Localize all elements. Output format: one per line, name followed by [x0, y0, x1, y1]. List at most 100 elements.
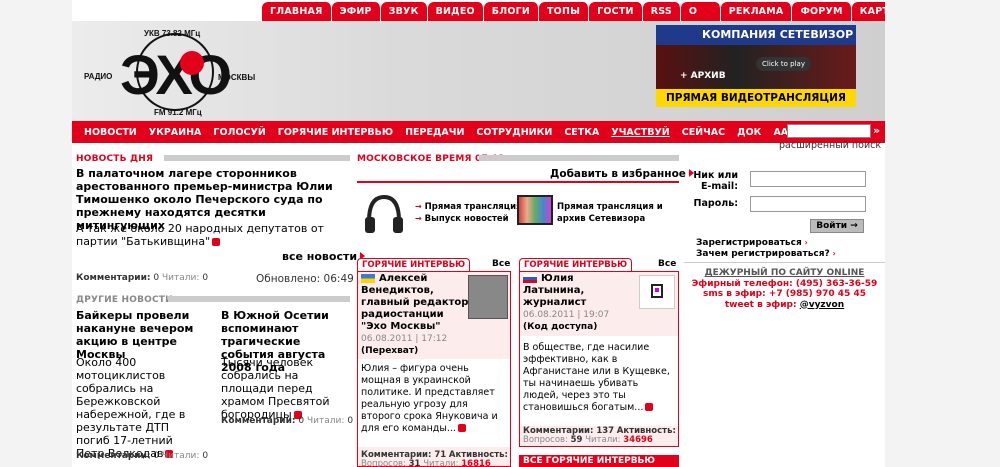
click-to-play-button[interactable]: Click to play [756, 57, 811, 71]
banner-title: КОМПАНИЯ СЕТЕВИЗОР [656, 25, 856, 45]
updated-time: Обновлено: 06:49 [256, 273, 354, 285]
more-arrow-icon[interactable] [212, 238, 221, 246]
readers-label: Читали: [585, 435, 621, 445]
all-news-label: все новости [282, 250, 358, 263]
readers-count: 16816 [461, 459, 491, 467]
hot-interviews-tab-1[interactable]: ГОРЯЧИЕ ИНТЕРВЬЮ [357, 258, 471, 271]
duty-block: ДЕЖУРНЫЙ ПО САЙТУ ONLINE Эфирный телефон… [684, 268, 885, 310]
nick-email-field[interactable] [750, 171, 866, 187]
main-nav-item[interactable]: УЧАСТВУЙ [605, 127, 675, 138]
section-bar [168, 296, 350, 302]
interview-1-stats: Вопросов: 31 Читали: 16816 [361, 459, 491, 467]
interview-2-show-label: Код доступа [527, 322, 594, 332]
all-news-link[interactable]: все новости [282, 250, 366, 263]
interview-2-show[interactable]: (Код доступа) [523, 321, 597, 334]
password-field[interactable] [750, 196, 866, 212]
top-navigation: ГЛАВНАЯЭФИРЗВУКВИДЕОБЛОГИТОПЫГОСТИRSSО Н… [262, 2, 885, 36]
search-go-button[interactable]: » [873, 124, 880, 137]
other-news-counts-2: Комментарии: 0 Читали: 0 [221, 416, 353, 426]
comments-label: Комментарии: [76, 451, 151, 461]
top-nav-item[interactable]: ЗВУК [380, 2, 428, 21]
main-nav-item[interactable]: НОВОСТИ [78, 127, 143, 138]
readers-count: 0 [202, 451, 209, 461]
comments-count: 0 [153, 273, 160, 283]
other-news-text-2[interactable]: Тысячи человек собрались на площади пере… [221, 356, 351, 421]
top-nav-item[interactable]: БЛОГИ [483, 2, 539, 21]
main-nav-item[interactable]: ГОЛОСУЙ [207, 127, 271, 138]
top-nav-item[interactable]: ГОСТИ [589, 2, 643, 21]
top-nav-item[interactable]: ТОПЫ [539, 2, 590, 21]
section-bar [164, 155, 350, 161]
live-link[interactable]: → Прямая трансляция [415, 201, 521, 213]
comments-count: 0 [153, 451, 160, 461]
search-input[interactable] [787, 124, 871, 138]
add-to-favorites-label: Добавить в избранное [550, 168, 686, 180]
live-label: Прямая трансляция [424, 202, 522, 212]
hot-interviews-tab-2[interactable]: ГОРЯЧИЕ ИНТЕРВЬЮ [519, 258, 633, 271]
interview-2-stats: Вопросов: 59 Читали: 34696 [523, 435, 653, 445]
main-nav-item[interactable]: ДОК [731, 127, 767, 138]
register-link[interactable]: Зарегистрироваться › [696, 238, 808, 248]
top-nav-item[interactable]: ФОРУМ [792, 2, 852, 21]
top-nav-item[interactable]: ВИДЕО [427, 2, 484, 21]
top-nav-item[interactable]: О НАС [680, 2, 721, 36]
more-arrow-icon[interactable] [645, 403, 654, 411]
page-background-left [0, 0, 72, 467]
nick-label: Ник или E-mail: [693, 170, 738, 192]
readers-count: 34696 [623, 435, 653, 445]
top-nav-item[interactable]: КАРТА [851, 2, 885, 21]
main-navigation: НОВОСТИ УКРАИНА ГОЛОСУЙ ГОРЯЧИЕ ИНТЕРВЬЮ ПЕР… [72, 121, 885, 143]
readers-label: Читали: [162, 451, 200, 461]
tweet-handle-link[interactable]: @vyzvon [800, 300, 844, 310]
readers-count: 0 [202, 273, 209, 283]
main-nav-item[interactable]: СОТРУДНИКИ [470, 127, 558, 138]
interview-2-text[interactable]: В обществе, где насилие эффективно, как … [523, 342, 673, 414]
duty-title[interactable]: ДЕЖУРНЫЙ ПО САЙТУ ONLINE [684, 268, 885, 279]
other-news-text-1[interactable]: Около 400 мотоциклистов собрались на Бер… [76, 356, 204, 460]
extended-search-link[interactable]: расширенный поиск [779, 140, 881, 151]
interview-1-text[interactable]: Юлия – фигура очень мощная в украинской … [361, 363, 507, 435]
top-nav-item[interactable]: РЕКЛАМА [720, 2, 793, 21]
why-register-link[interactable]: Зачем регистрироваться? › [696, 249, 836, 259]
interview-1-name[interactable]: Алексей Венедиктов, главный редактор рад… [361, 273, 469, 333]
all-interviews-link-1[interactable]: Все [492, 259, 510, 269]
interview-1-show-label: Перехват [365, 346, 415, 356]
news-day-sub[interactable]: А так же около 20 народных депутатов от … [76, 222, 356, 248]
other-news-title-1[interactable]: Байкеры провели накануне вечером акцию в… [76, 309, 204, 361]
interview-1-date: 06.08.2011 | 17:12 [361, 334, 448, 344]
all-hot-interviews-link[interactable]: ВСЕ ГОРЯЧИЕ ИНТЕРВЬЮ [519, 455, 679, 467]
readers-count: 0 [347, 416, 354, 426]
main-nav-item[interactable]: ГОРЯЧИЕ ИНТЕРВЬЮ [272, 127, 399, 138]
interview-1-photo [468, 275, 508, 319]
add-to-favorites-link[interactable]: Добавить в избранное [550, 168, 694, 181]
logo-ukv: УКВ 73.82 МГц [144, 29, 200, 38]
news-release-link[interactable]: → Выпуск новостей [415, 213, 521, 225]
news-release-label: Выпуск новостей [424, 214, 509, 224]
interview-2-name[interactable]: Юлия Латынина, журналист [523, 273, 633, 309]
top-nav-item[interactable]: ЭФИР [331, 2, 381, 21]
banner-archive: + АРХИВ [680, 71, 726, 81]
echo-moskvy-logo[interactable]: УКВ 73.82 МГц FM 91.2 МГц РАДИО ЭХО МОСК… [72, 21, 262, 121]
login-button[interactable]: Войти → [810, 219, 864, 233]
top-nav-item[interactable]: RSS [642, 2, 681, 21]
setevizor-link[interactable]: Прямая трансляция и архив Сетевизора [557, 201, 675, 225]
tweet-label: tweet в эфир: [724, 299, 797, 310]
comments-label: Комментарии: [221, 416, 296, 426]
top-nav-item[interactable]: ГЛАВНАЯ [262, 2, 332, 21]
logo-echo: ЭХО [120, 43, 230, 106]
main-nav-item[interactable]: УКРАИНА [143, 127, 208, 138]
readers-label: Читали: [307, 416, 345, 426]
main-nav-item[interactable]: ПЕРЕДАЧИ [399, 127, 470, 138]
comments-label: Комментарии: [76, 273, 151, 283]
main-nav-item[interactable]: СЕТКА [558, 127, 605, 138]
setevizor-banner[interactable]: КОМПАНИЯ СЕТЕВИЗОР Click to play + АРХИВ… [656, 25, 856, 107]
other-news-text-2-body: Тысячи человек собрались на площади пере… [221, 356, 330, 421]
password-label: Пароль: [693, 198, 738, 209]
section-bar [479, 155, 679, 161]
all-interviews-link-2[interactable]: Все [658, 259, 676, 269]
interview-1-show[interactable]: (Перехват) [361, 345, 418, 358]
more-arrow-icon[interactable] [457, 424, 466, 432]
duty-phone: Эфирный телефон: (495) 363-36-59 [691, 278, 878, 289]
main-nav-item[interactable]: СЕЙЧАС [676, 127, 731, 138]
logo-fm: FM 91.2 МГц [154, 108, 202, 117]
